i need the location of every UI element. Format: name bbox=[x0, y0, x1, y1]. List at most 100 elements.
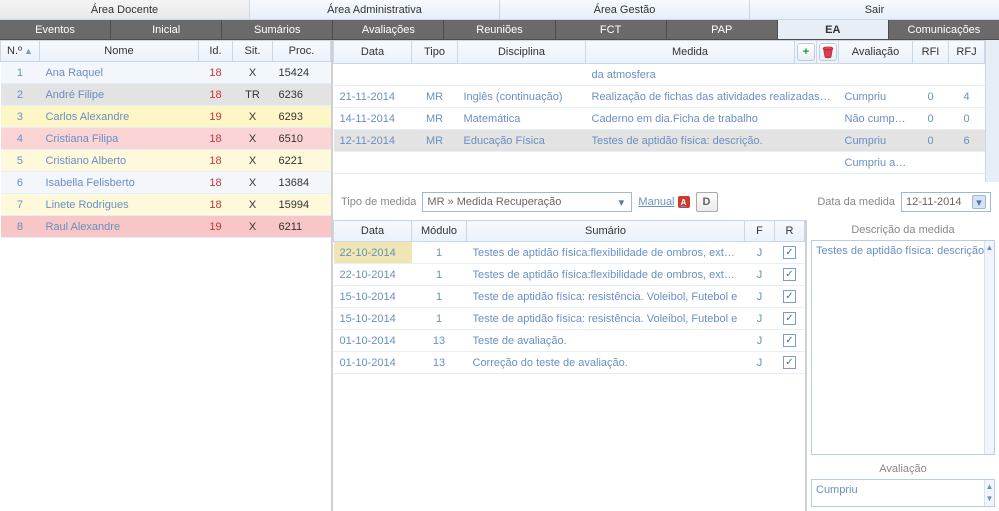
measures-scrollbar[interactable] bbox=[985, 40, 999, 182]
summary-row[interactable]: 01-10-201413Correção do teste de avaliaç… bbox=[334, 352, 805, 374]
col-num[interactable]: N.º▲ bbox=[1, 41, 40, 62]
trash-icon[interactable]: 🗑 bbox=[819, 43, 837, 61]
student-name[interactable]: Carlos Alexandre bbox=[39, 106, 198, 128]
summary-check[interactable]: ✓ bbox=[783, 268, 796, 281]
measures-grid: Data Tipo Disciplina Medida + 🗑 Avaliaçã… bbox=[333, 40, 999, 182]
nav-inicial[interactable]: Inicial bbox=[111, 20, 222, 39]
student-name[interactable]: Ana Raquel bbox=[39, 62, 198, 84]
measure-type: MR bbox=[412, 130, 458, 152]
summary-f: J bbox=[745, 286, 775, 308]
col-f[interactable]: F bbox=[745, 221, 775, 242]
student-row[interactable]: 3Carlos Alexandre19X6293 bbox=[1, 106, 331, 128]
summary-row[interactable]: 15-10-20141Teste de aptidão física: resi… bbox=[334, 286, 805, 308]
col-data[interactable]: Data bbox=[334, 41, 412, 64]
student-row[interactable]: 4Cristiana Filipa18X6510 bbox=[1, 128, 331, 150]
avaliacao-box[interactable]: Cumpriu ▲ ▼ bbox=[811, 479, 995, 507]
student-num: 4 bbox=[1, 128, 40, 150]
col-avaliacao[interactable]: Avaliação bbox=[839, 41, 913, 64]
desc-scrollbar[interactable]: ▲ bbox=[984, 241, 994, 454]
nav-ea[interactable]: EA bbox=[778, 20, 889, 39]
measure-aval: Cumpriu bbox=[839, 86, 913, 108]
manual-link[interactable]: Manual A bbox=[638, 196, 689, 208]
col-medida[interactable]: Medida bbox=[586, 41, 795, 64]
col-data[interactable]: Data bbox=[334, 221, 412, 242]
nav-fct[interactable]: FCT bbox=[556, 20, 667, 39]
student-name[interactable]: Cristiana Filipa bbox=[39, 128, 198, 150]
student-row[interactable]: 1Ana Raquel18X15424 bbox=[1, 62, 331, 84]
student-name[interactable]: Cristiano Alberto bbox=[39, 150, 198, 172]
measure-rfj bbox=[949, 152, 985, 174]
calendar-dropdown-icon: ▾ bbox=[972, 195, 986, 209]
measure-rfi: 0 bbox=[913, 86, 949, 108]
measure-row[interactable]: 14-11-2014MRMatemáticaCaderno em dia.Fic… bbox=[334, 108, 985, 130]
summary-check[interactable]: ✓ bbox=[783, 246, 796, 259]
manual-label: Manual bbox=[638, 196, 674, 208]
col-modulo[interactable]: Módulo bbox=[412, 221, 467, 242]
measure-date bbox=[334, 64, 412, 86]
tipo-medida-combo[interactable]: MR » Medida Recuperação ▾ bbox=[422, 192, 632, 212]
aval-scrollbar[interactable]: ▲ ▼ bbox=[984, 480, 994, 506]
student-proc: 6236 bbox=[273, 84, 331, 106]
col-proc[interactable]: Proc. bbox=[273, 41, 331, 62]
col-rfi[interactable]: RFI bbox=[913, 41, 949, 64]
desc-medida-label: Descrição da medida bbox=[807, 220, 999, 238]
student-name[interactable]: Isabella Felisberto bbox=[39, 172, 198, 194]
data-medida-picker[interactable]: 12-11-2014 ▾ bbox=[901, 192, 991, 212]
area-docente-tab[interactable]: Área Docente bbox=[0, 0, 250, 19]
summary-check[interactable]: ✓ bbox=[783, 312, 796, 325]
col-rfj[interactable]: RFJ bbox=[949, 41, 985, 64]
measure-date bbox=[334, 152, 412, 174]
desc-medida-box[interactable]: Testes de aptidão física: descrição. ▲ bbox=[811, 240, 995, 455]
measure-discipline bbox=[458, 152, 586, 174]
student-name[interactable]: Linete Rodrigues bbox=[39, 194, 198, 216]
col-sumario[interactable]: Sumário bbox=[467, 221, 745, 242]
student-name[interactable]: André Filipe bbox=[39, 84, 198, 106]
summary-row[interactable]: 15-10-20141Teste de aptidão física: resi… bbox=[334, 308, 805, 330]
summary-row[interactable]: 22-10-20141Testes de aptidão física:flex… bbox=[334, 264, 805, 286]
col-nome[interactable]: Nome bbox=[39, 41, 198, 62]
summary-date: 01-10-2014 bbox=[334, 330, 412, 352]
add-measure-cell: + bbox=[795, 41, 817, 64]
summary-check[interactable]: ✓ bbox=[783, 290, 796, 303]
student-row[interactable]: 8Raul Alexandre19X6211 bbox=[1, 216, 331, 238]
student-row[interactable]: 5Cristiano Alberto18X6221 bbox=[1, 150, 331, 172]
plus-icon[interactable]: + bbox=[797, 43, 815, 61]
student-row[interactable]: 6Isabella Felisberto18X13684 bbox=[1, 172, 331, 194]
nav-eventos[interactable]: Eventos bbox=[0, 20, 111, 39]
summary-row[interactable]: 22-10-20141Testes de aptidão física:flex… bbox=[334, 242, 805, 264]
student-name[interactable]: Raul Alexandre bbox=[39, 216, 198, 238]
student-row[interactable]: 7Linete Rodrigues18X15994 bbox=[1, 194, 331, 216]
student-proc: 6510 bbox=[273, 128, 331, 150]
students-pane: N.º▲ Nome Id. Sit. Proc. 1Ana Raquel18X1… bbox=[0, 40, 333, 511]
summary-row[interactable]: 01-10-201413Teste de avaliação.J✓ bbox=[334, 330, 805, 352]
col-disciplina[interactable]: Disciplina bbox=[458, 41, 586, 64]
nav-comunicacoes[interactable]: Comunicações bbox=[889, 20, 999, 39]
area-gestao-tab[interactable]: Área Gestão bbox=[500, 0, 750, 19]
col-tipo[interactable]: Tipo bbox=[412, 41, 458, 64]
measure-row[interactable]: Cumpriu a med bbox=[334, 152, 985, 174]
summary-check[interactable]: ✓ bbox=[783, 334, 796, 347]
tipo-medida-value: MR » Medida Recuperação bbox=[427, 196, 561, 208]
student-row[interactable]: 2André Filipe18TR6236 bbox=[1, 84, 331, 106]
nav-avaliacoes[interactable]: Avaliações bbox=[333, 20, 444, 39]
scroll-up-icon: ▲ bbox=[985, 480, 994, 492]
summary-check[interactable]: ✓ bbox=[783, 356, 796, 369]
students-header-row: N.º▲ Nome Id. Sit. Proc. bbox=[1, 41, 331, 62]
measure-row[interactable]: da atmosfera bbox=[334, 64, 985, 86]
nav-reunioes[interactable]: Reuniões bbox=[444, 20, 555, 39]
col-r[interactable]: R bbox=[775, 221, 805, 242]
measure-rfi: 0 bbox=[913, 108, 949, 130]
measure-row[interactable]: 21-11-2014MRInglês (continuação)Realizaç… bbox=[334, 86, 985, 108]
summaries-header-row: Data Módulo Sumário F R bbox=[334, 221, 805, 242]
col-sit[interactable]: Sit. bbox=[233, 41, 273, 62]
measure-rfj: 0 bbox=[949, 108, 985, 130]
student-num: 2 bbox=[1, 84, 40, 106]
nav-pap[interactable]: PAP bbox=[667, 20, 778, 39]
nav-sumarios[interactable]: Sumários bbox=[222, 20, 333, 39]
area-admin-tab[interactable]: Área Administrativa bbox=[250, 0, 500, 19]
measure-row[interactable]: 12-11-2014MREducação FísicaTestes de apt… bbox=[334, 130, 985, 152]
measure-rfj: 6 bbox=[949, 130, 985, 152]
d-button[interactable]: D bbox=[696, 192, 718, 212]
col-id[interactable]: Id. bbox=[199, 41, 233, 62]
area-sair-tab[interactable]: Sair bbox=[750, 0, 999, 19]
